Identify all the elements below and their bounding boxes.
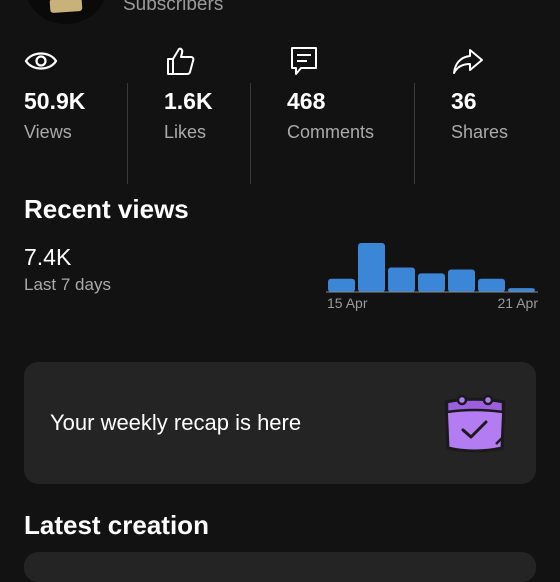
- stat-divider: [250, 83, 251, 184]
- chart-bar: [388, 267, 415, 292]
- recent-views-chart[interactable]: 15 Apr 21 Apr: [326, 236, 538, 320]
- views-value: 50.9K: [24, 88, 86, 114]
- recent-views-value: 7.4K: [24, 244, 72, 270]
- weekly-recap-text: Your weekly recap is here: [50, 410, 302, 435]
- channel-logo: [49, 0, 83, 14]
- channel-avatar[interactable]: [26, 0, 106, 24]
- chart-bar: [418, 273, 445, 292]
- chart-bar: [508, 288, 535, 292]
- recent-views-title: Recent views: [24, 194, 189, 224]
- latest-creation-card[interactable]: [24, 552, 536, 582]
- chart-bars: [328, 243, 535, 292]
- chart-bar: [448, 269, 475, 292]
- subscribers-label: Subscribers: [123, 0, 224, 15]
- comments-label: Comments: [287, 122, 375, 142]
- stat-divider: [414, 83, 415, 184]
- shares-label: Shares: [451, 122, 509, 142]
- likes-label: Likes: [164, 122, 207, 142]
- comments-value: 468: [287, 88, 326, 114]
- chart-bar: [328, 278, 355, 292]
- weekly-recap-card[interactable]: Your weekly recap is here: [24, 362, 536, 484]
- chart-bar: [358, 243, 385, 292]
- recent-views-period: Last 7 days: [24, 275, 111, 294]
- chart-end-label: 21 Apr: [498, 295, 538, 311]
- thumbs-up-icon: [167, 47, 195, 75]
- stats-row: 50.9K Views 1.6K Likes 468 Comments 36 S…: [0, 40, 560, 184]
- share-icon: [453, 49, 483, 74]
- chart-start-label: 15 Apr: [327, 295, 368, 311]
- stat-divider: [127, 83, 128, 184]
- shares-value: 36: [451, 88, 477, 114]
- latest-creation-title: Latest creation: [24, 510, 209, 540]
- eye-icon: [24, 52, 58, 70]
- likes-value: 1.6K: [164, 88, 213, 114]
- calendar-check-icon: [444, 394, 506, 453]
- chart-bar: [478, 278, 505, 292]
- views-label: Views: [24, 122, 72, 142]
- comment-icon: [291, 47, 317, 75]
